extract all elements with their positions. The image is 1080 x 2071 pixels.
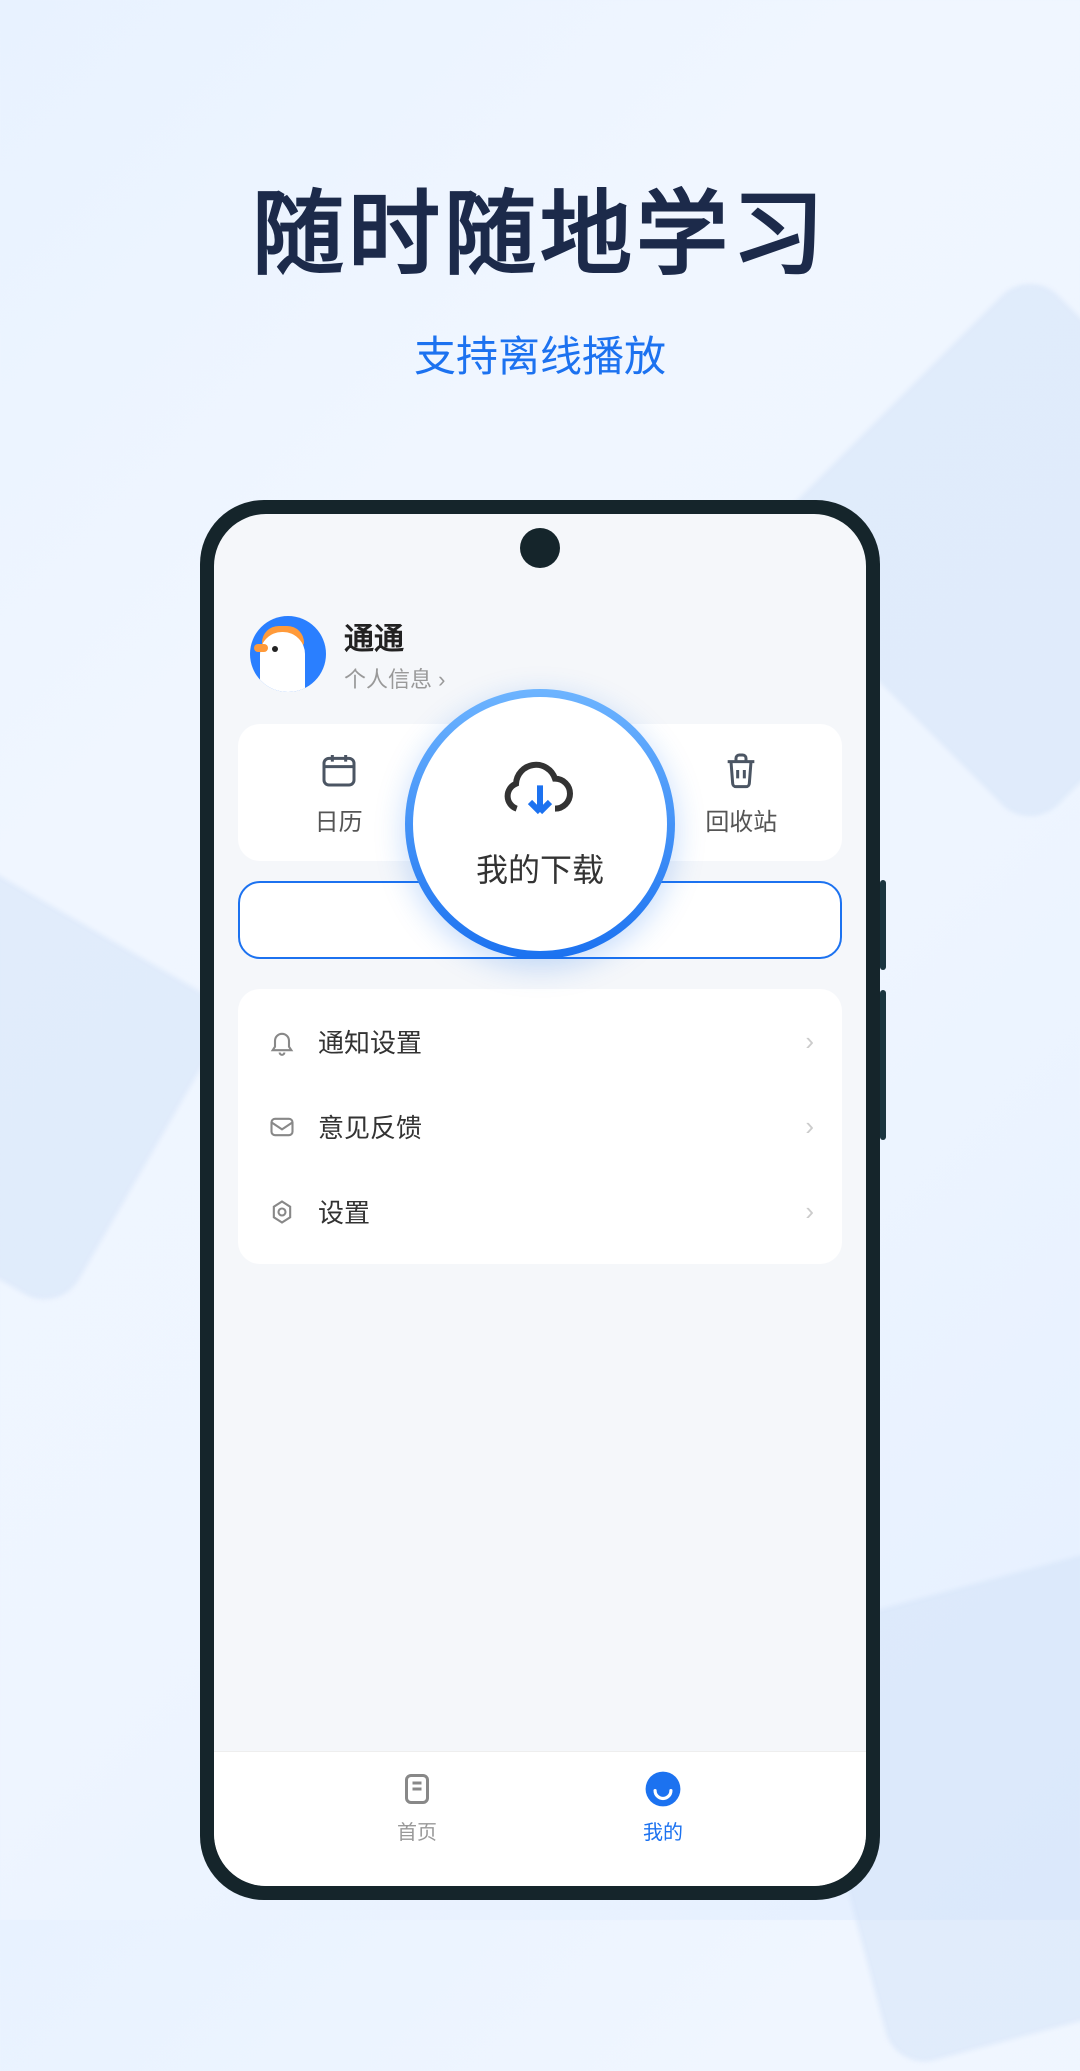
cloud-download-icon — [500, 757, 580, 827]
background-shape — [0, 836, 234, 1314]
smile-icon — [642, 1768, 684, 1810]
avatar-body — [260, 632, 305, 692]
phone-frame: 通通 个人信息 日历 - 回收站 — [200, 500, 880, 1900]
avatar-beak — [254, 644, 268, 652]
phone-camera-notch — [520, 528, 560, 568]
nav-mine-label: 我的 — [643, 1816, 683, 1845]
download-highlight-circle[interactable]: 我的下载 — [405, 689, 675, 959]
chevron-right-icon: › — [805, 1196, 814, 1227]
recycle-label: 回收站 — [705, 802, 777, 837]
menu-card: 通知设置 › 意见反馈 › 设置 › — [238, 989, 842, 1264]
profile-text: 通通 个人信息 — [344, 614, 445, 694]
menu-label: 通知设置 — [318, 1023, 785, 1060]
headline: 随时随地学习 支持离线播放 — [0, 0, 1080, 384]
avatar-eye — [272, 646, 278, 652]
nav-home[interactable]: 首页 — [396, 1768, 438, 1886]
phone-screen: 通通 个人信息 日历 - 回收站 — [214, 514, 866, 1886]
profile-section[interactable]: 通通 个人信息 — [238, 614, 842, 694]
bottom-nav: 首页 我的 — [214, 1751, 866, 1886]
headline-subtitle: 支持离线播放 — [0, 323, 1080, 384]
headline-title: 随时随地学习 — [0, 160, 1080, 293]
menu-label: 意见反馈 — [318, 1108, 785, 1145]
avatar[interactable] — [250, 616, 326, 692]
settings-item[interactable]: 设置 › — [238, 1169, 842, 1254]
phone-side-button — [880, 990, 886, 1140]
feedback-item[interactable]: 意见反馈 › — [238, 1084, 842, 1169]
nav-mine[interactable]: 我的 — [642, 1768, 684, 1886]
profile-info-link[interactable]: 个人信息 — [344, 662, 445, 694]
notification-settings-item[interactable]: 通知设置 › — [238, 999, 842, 1084]
bell-icon — [266, 1026, 298, 1058]
calendar-icon — [317, 748, 361, 792]
chevron-right-icon: › — [805, 1111, 814, 1142]
nav-home-label: 首页 — [397, 1816, 437, 1845]
profile-name: 通通 — [344, 614, 445, 658]
download-label: 我的下载 — [476, 845, 604, 891]
calendar-label: 日历 — [315, 802, 363, 837]
menu-label: 设置 — [318, 1193, 785, 1230]
document-icon — [396, 1768, 438, 1810]
trash-icon — [719, 748, 763, 792]
mail-icon — [266, 1111, 298, 1143]
chevron-right-icon: › — [805, 1026, 814, 1057]
gear-icon — [266, 1196, 298, 1228]
phone-side-button — [880, 880, 886, 970]
